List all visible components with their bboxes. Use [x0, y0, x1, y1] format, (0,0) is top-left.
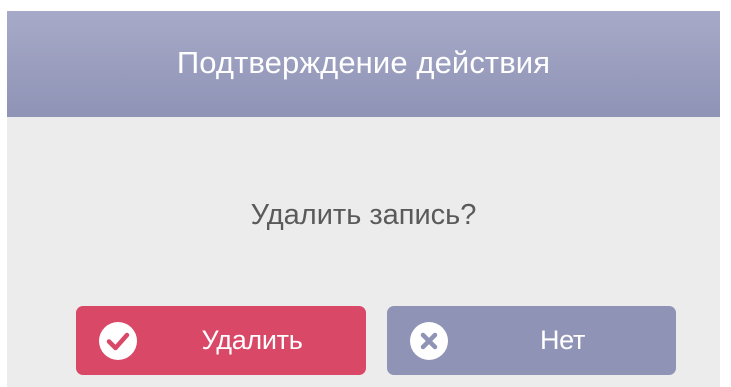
check-circle-icon [99, 321, 137, 360]
dialog-title: Подтверждение действия [176, 45, 551, 80]
no-button-label: Нет [539, 325, 586, 355]
dialog-message: Удалить запись? [250, 199, 477, 231]
confirm-dialog: Подтверждение действия Удалить запись? У… [7, 11, 720, 387]
no-button[interactable]: Нет [387, 306, 676, 375]
delete-button-label: Удалить [201, 325, 303, 355]
delete-button[interactable]: Удалить [76, 306, 366, 375]
dialog-header: Подтверждение действия [7, 11, 720, 117]
close-circle-icon [410, 321, 448, 360]
